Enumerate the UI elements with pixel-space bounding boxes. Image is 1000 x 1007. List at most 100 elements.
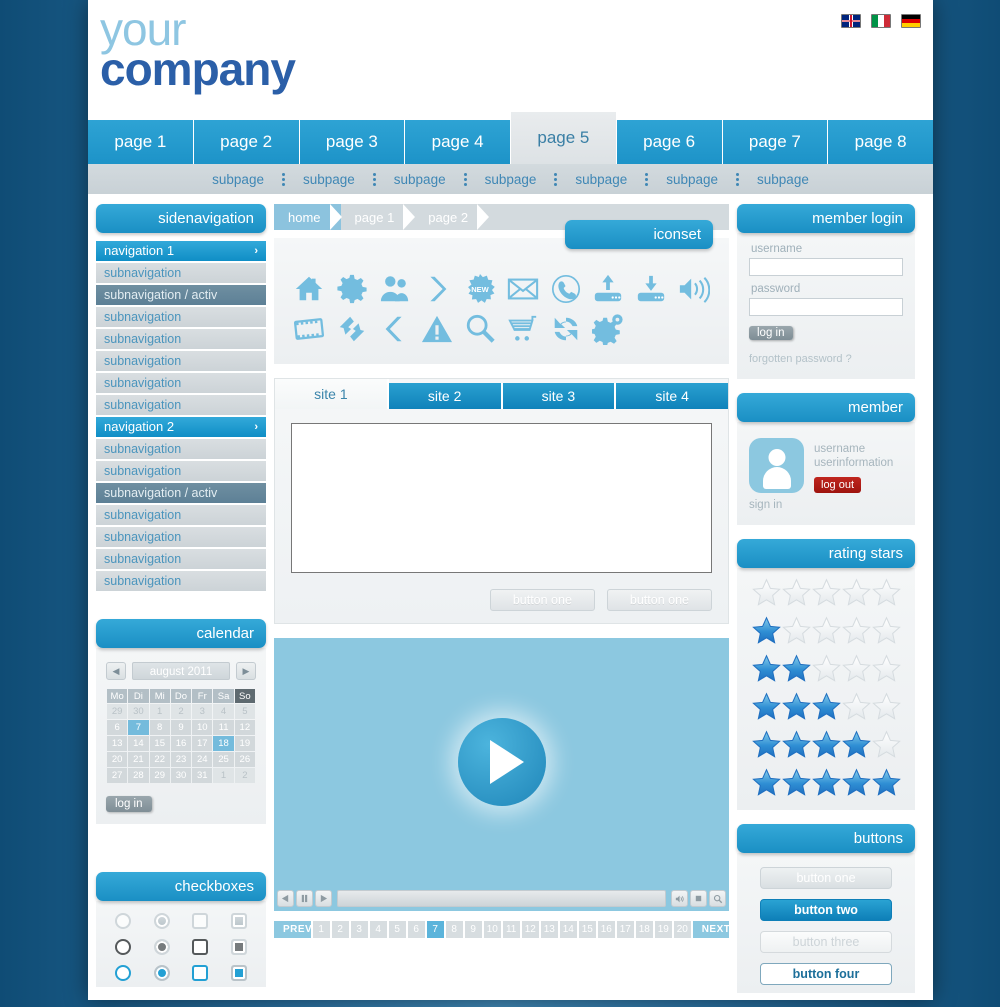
star-r1-2[interactable]	[781, 616, 811, 649]
sidenav-main-8[interactable]: navigation 2 ›	[96, 417, 266, 437]
nav-tab-6[interactable]: page 6	[616, 120, 723, 164]
sidebar-button-2[interactable]: button two	[760, 899, 892, 921]
calendar-day[interactable]: 5	[234, 704, 255, 719]
calendar-day[interactable]: 8	[149, 720, 170, 735]
pagination-prev[interactable]: PREV	[274, 921, 312, 938]
search-icon[interactable]	[463, 312, 497, 346]
speaker-icon[interactable]	[677, 272, 711, 306]
calendar-day[interactable]: 13	[107, 736, 128, 751]
sidebar-button-4[interactable]: button four	[760, 963, 892, 985]
calendar-day[interactable]: 1	[149, 704, 170, 719]
nav-tab-7[interactable]: page 7	[722, 120, 829, 164]
checkbox-r2-c2[interactable]	[192, 965, 209, 981]
checkbox-r1-c3[interactable]	[230, 939, 247, 955]
nav-tab-3[interactable]: page 3	[299, 120, 406, 164]
calendar-prev-button[interactable]: ◀	[106, 662, 126, 680]
calendar-day[interactable]: 2	[170, 704, 192, 719]
star-r2-3[interactable]	[811, 654, 841, 687]
new-badge-icon[interactable]: NEW	[463, 272, 497, 306]
pagination-page-2[interactable]: 2	[331, 921, 349, 938]
subnav-item-1[interactable]: subpage	[194, 172, 282, 187]
star-r1-1[interactable]	[751, 616, 781, 649]
stop-icon[interactable]	[690, 890, 707, 907]
star-r1-3[interactable]	[811, 616, 841, 649]
pagination-page-7[interactable]: 7	[426, 921, 444, 938]
star-r0-4[interactable]	[841, 578, 871, 611]
pagination-page-4[interactable]: 4	[369, 921, 387, 938]
sidenav-sub-10[interactable]: subnavigation	[96, 461, 266, 481]
star-r2-1[interactable]	[751, 654, 781, 687]
calendar-day[interactable]: 2	[234, 768, 255, 783]
star-r1-4[interactable]	[841, 616, 871, 649]
nav-tab-2[interactable]: page 2	[193, 120, 300, 164]
pagination-page-14[interactable]: 14	[559, 921, 577, 938]
subnav-item-2[interactable]: subpage	[285, 172, 373, 187]
radio-button-r2-c1[interactable]	[153, 965, 170, 981]
star-r1-5[interactable]	[871, 616, 901, 649]
upload-icon[interactable]	[591, 272, 625, 306]
star-r4-2[interactable]	[781, 730, 811, 763]
content-area[interactable]	[291, 423, 712, 573]
pagination-page-6[interactable]: 6	[407, 921, 425, 938]
calendar-day[interactable]: 1	[213, 768, 234, 783]
subnav-item-5[interactable]: subpage	[557, 172, 645, 187]
sidenav-sub-5[interactable]: subnavigation	[96, 351, 266, 371]
pagination-page-18[interactable]: 18	[635, 921, 653, 938]
password-input[interactable]	[749, 297, 903, 316]
calendar-day[interactable]: 3	[192, 704, 213, 719]
star-r3-3[interactable]	[811, 692, 841, 725]
calendar-login-button[interactable]: log in	[106, 796, 152, 812]
forgot-password-link[interactable]: forgotten password ?	[749, 353, 903, 365]
main-navigation[interactable]: page 1 page 2 page 3 page 4 page 5 page 6 page…	[88, 112, 933, 164]
sub-navigation[interactable]: subpage subpage subpage subpage subpage subpa…	[88, 164, 933, 194]
radio-button-r1-c1[interactable]	[153, 939, 170, 955]
calendar-day[interactable]: 29	[149, 768, 170, 783]
calendar-day[interactable]: 24	[192, 752, 213, 767]
sidebar-button-3[interactable]: button three	[760, 931, 892, 953]
pagination-page-20[interactable]: 20	[673, 921, 691, 938]
calendar-day[interactable]: 22	[149, 752, 170, 767]
button-list[interactable]: button one button two button three button f…	[737, 853, 915, 993]
star-r4-3[interactable]	[811, 730, 841, 763]
zoom-icon[interactable]	[709, 890, 726, 907]
star-r3-1[interactable]	[751, 692, 781, 725]
home-icon[interactable]	[292, 272, 326, 306]
rating-row-3[interactable]	[741, 692, 911, 725]
username-input[interactable]	[749, 258, 903, 276]
rating-row-2[interactable]	[741, 654, 911, 687]
calendar-day[interactable]: 30	[170, 768, 192, 783]
calendar-day[interactable]: 7	[128, 720, 149, 735]
flag-it-icon[interactable]	[871, 14, 891, 28]
calendar-day[interactable]: 29	[107, 704, 128, 719]
breadcrumb-item-2[interactable]: page 1	[341, 204, 416, 230]
film-icon[interactable]	[292, 312, 326, 346]
nav-tab-4[interactable]: page 4	[405, 120, 511, 164]
calendar-day[interactable]: 4	[213, 704, 234, 719]
pagination-page-17[interactable]: 17	[616, 921, 634, 938]
calendar-day[interactable]: 17	[192, 736, 213, 751]
calendar-day[interactable]: 19	[234, 736, 255, 751]
calendar-day[interactable]: 6	[107, 720, 128, 735]
pagination-next[interactable]: NEXT	[692, 921, 730, 938]
nav-tab-1[interactable]: page 1	[88, 120, 194, 164]
sidenav-sub-1[interactable]: subnavigation	[96, 263, 266, 283]
sidenav-sub-3[interactable]: subnavigation	[96, 307, 266, 327]
calendar-day[interactable]: 10	[192, 720, 213, 735]
sidenav-list[interactable]: navigation 1 › subnavigation subnavigation …	[96, 241, 266, 591]
volume-icon[interactable]	[671, 890, 688, 907]
checkbox-grid[interactable]	[96, 901, 266, 987]
star-r0-2[interactable]	[781, 578, 811, 611]
play-icon[interactable]	[315, 890, 332, 907]
star-r2-4[interactable]	[841, 654, 871, 687]
tab-buttons[interactable]: button one button one	[291, 589, 712, 611]
breadcrumb-item-3[interactable]: page 2	[414, 204, 489, 230]
calendar-day[interactable]: 31	[192, 768, 213, 783]
calendar-day[interactable]: 27	[107, 768, 128, 783]
progress-bar[interactable]	[337, 890, 666, 907]
pagination-page-5[interactable]: 5	[388, 921, 406, 938]
tab-2[interactable]: site 2	[388, 383, 503, 409]
breadcrumb-item-1[interactable]: home	[274, 204, 342, 230]
panel-button-2[interactable]: button one	[606, 589, 712, 611]
logout-button[interactable]: log out	[814, 476, 862, 493]
chevron-right-icon[interactable]	[420, 272, 454, 306]
